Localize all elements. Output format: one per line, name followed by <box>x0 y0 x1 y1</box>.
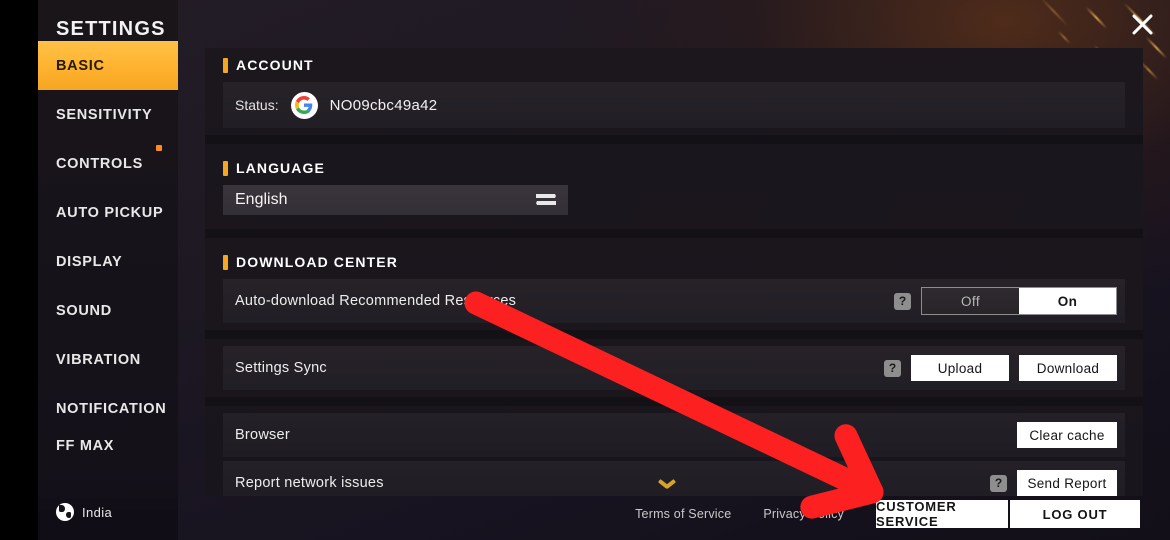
sidebar-item-label: FF MAX <box>56 438 115 454</box>
sidebar-item-vibration[interactable]: VIBRATION <box>38 335 178 384</box>
account-status-row: Status: NO09cbc49a42 <box>223 82 1125 128</box>
sidebar-item-notification[interactable]: NOTIFICATION <box>38 384 178 433</box>
settings-sync-row: Settings Sync ? Upload Download <box>223 346 1125 390</box>
sidebar-item-label: SENSITIVITY <box>56 106 153 123</box>
sidebar-item-controls[interactable]: CONTROLS <box>38 139 178 188</box>
account-id: NO09cbc49a42 <box>329 96 438 114</box>
heading-accent-bar <box>223 160 228 176</box>
sidebar-item-label: AUTO PICKUP <box>56 204 164 221</box>
section-divider <box>205 229 1143 238</box>
download-button[interactable]: Download <box>1019 355 1117 381</box>
privacy-policy-link[interactable]: Privacy Policy <box>763 507 844 521</box>
footer-bar: Terms of Service Privacy Policy CUSTOMER… <box>0 488 1170 540</box>
account-section: ACCOUNT Status: NO09cbc49a42 <box>205 48 1143 128</box>
account-status-label: Status: <box>235 97 279 113</box>
section-divider <box>205 135 1143 144</box>
auto-download-option-off[interactable]: Off <box>922 288 1019 314</box>
log-out-button[interactable]: LOG OUT <box>1010 500 1140 528</box>
notification-badge-icon <box>156 145 162 151</box>
browser-label: Browser <box>235 427 290 443</box>
auto-download-toggle[interactable]: Off On <box>921 287 1117 315</box>
account-heading-label: ACCOUNT <box>236 57 314 73</box>
language-heading-label: LANGUAGE <box>236 160 325 176</box>
upload-button[interactable]: Upload <box>911 355 1009 381</box>
sidebar-item-label: SOUND <box>56 302 112 319</box>
question-mark-icon[interactable]: ? <box>884 359 901 377</box>
sidebar-item-basic[interactable]: BASIC <box>38 41 178 90</box>
language-selected-value: English <box>235 191 288 208</box>
settings-sync-label: Settings Sync <box>235 360 327 376</box>
sidebar-item-label: DISPLAY <box>56 253 123 270</box>
terms-of-service-link[interactable]: Terms of Service <box>635 507 731 521</box>
auto-download-row: Auto-download Recommended Resources ? Of… <box>223 279 1125 323</box>
decor-streak <box>1039 0 1069 27</box>
heading-accent-bar <box>223 57 228 73</box>
download-center-heading: DOWNLOAD CENTER <box>205 245 1143 279</box>
section-divider <box>205 397 1143 406</box>
sidebar-item-label: BASIC <box>56 57 105 74</box>
question-mark-icon[interactable]: ? <box>894 292 911 310</box>
language-section: LANGUAGE English <box>205 151 1143 222</box>
sidebar-item-label: CONTROLS <box>56 155 143 172</box>
left-gutter <box>0 0 38 540</box>
settings-panel: ACCOUNT Status: NO09cbc49a42 LANGUAGE En… <box>205 48 1143 496</box>
sidebar-item-label: NOTIFICATION <box>56 400 167 417</box>
close-icon[interactable] <box>1122 4 1162 44</box>
sidebar-item-sound[interactable]: SOUND <box>38 286 178 335</box>
account-heading: ACCOUNT <box>205 48 1143 82</box>
sidebar-item-label: VIBRATION <box>56 351 141 368</box>
customer-service-button[interactable]: CUSTOMER SERVICE <box>876 499 1008 529</box>
browser-row: Browser Clear cache <box>223 413 1125 457</box>
heading-accent-bar <box>223 254 228 270</box>
language-select[interactable]: English <box>223 185 568 215</box>
section-divider <box>205 330 1143 339</box>
decor-streak <box>1085 6 1108 30</box>
auto-download-label: Auto-download Recommended Resources <box>235 293 517 309</box>
clear-cache-button[interactable]: Clear cache <box>1017 422 1117 448</box>
language-heading: LANGUAGE <box>205 151 1143 185</box>
download-center-heading-label: DOWNLOAD CENTER <box>236 254 398 270</box>
auto-download-option-on[interactable]: On <box>1019 288 1116 314</box>
sidebar-item-auto-pickup[interactable]: AUTO PICKUP <box>38 188 178 237</box>
sidebar-item-ff-max[interactable]: FF MAX <box>38 433 178 459</box>
sidebar-item-display[interactable]: DISPLAY <box>38 237 178 286</box>
download-center-section: DOWNLOAD CENTER Auto-download Recommende… <box>205 245 1143 390</box>
settings-sidebar: SETTINGS BASIC SENSITIVITY CONTROLS AUTO… <box>38 0 178 540</box>
sidebar-item-sensitivity[interactable]: SENSITIVITY <box>38 90 178 139</box>
page-title: SETTINGS <box>56 18 166 40</box>
google-icon <box>290 91 318 119</box>
decor-streak <box>1057 30 1072 45</box>
swap-arrows-icon <box>536 192 558 208</box>
